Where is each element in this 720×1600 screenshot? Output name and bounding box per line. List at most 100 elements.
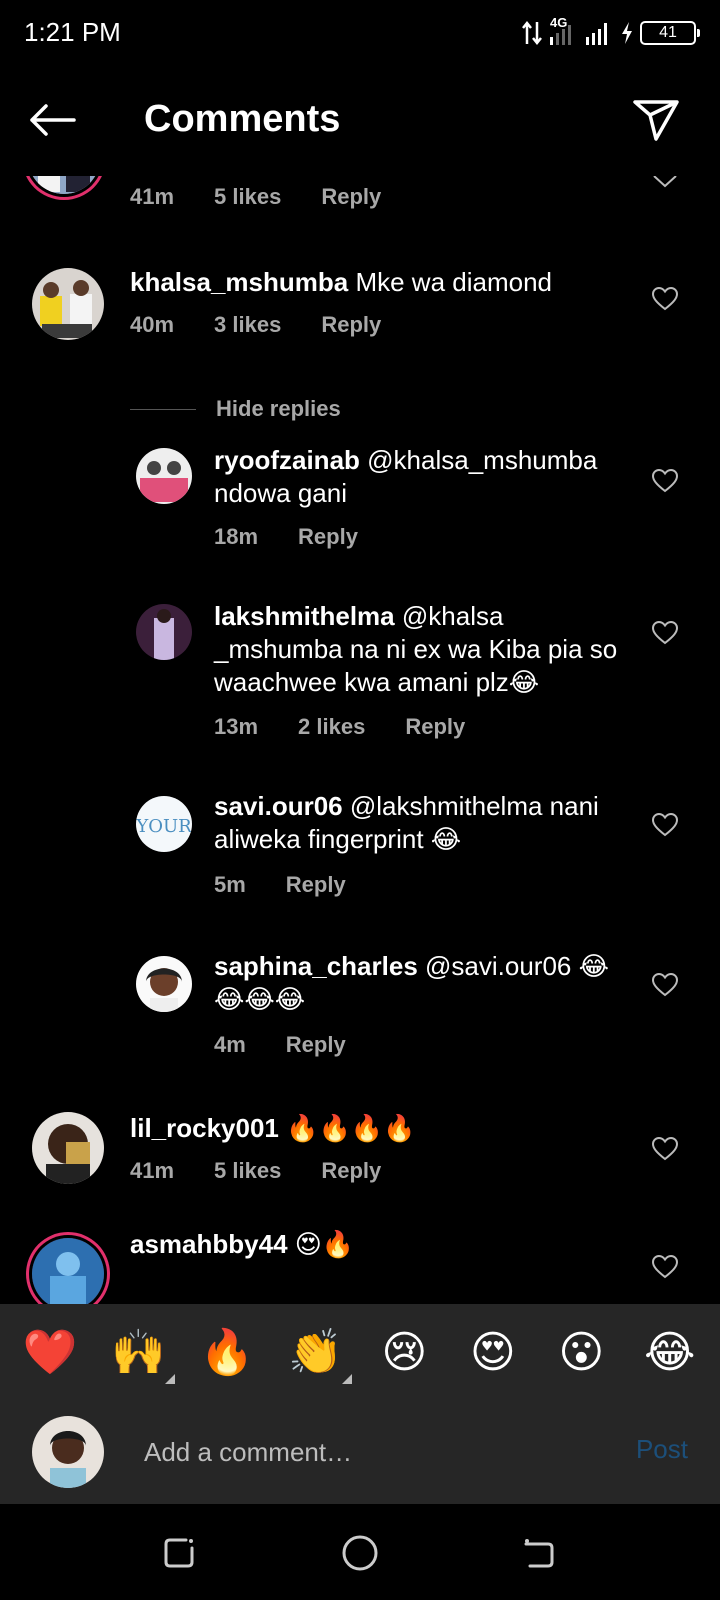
comment-username[interactable]: savi.our06 [214, 791, 343, 821]
comment-meta: 4m Reply [214, 1032, 346, 1058]
reply-item: ryoofzainab @khalsa_mshumba ndowa gani 1… [0, 444, 720, 564]
skin-tone-indicator-icon [341, 1374, 352, 1384]
comment-username[interactable]: khalsa_mshumba [130, 267, 348, 297]
emoji-heart-eyes-button[interactable]: 😍 [453, 1312, 533, 1392]
chevron-down-icon [653, 176, 677, 188]
comment-item: asmahbby44 😍🔥 [0, 1229, 720, 1304]
comment-like-button[interactable] [650, 810, 680, 840]
comment-text: 😍🔥 [294, 1229, 355, 1259]
heart-icon [652, 621, 678, 645]
hide-replies-toggle[interactable]: Hide replies [130, 392, 341, 426]
comment-username[interactable]: asmahbby44 [130, 1229, 288, 1259]
reply-item: saphina_charles @savi.our06 😂😂😂😂 4m Repl… [0, 951, 720, 1076]
avatar[interactable] [28, 176, 100, 194]
comment-composer: Post [0, 1400, 720, 1504]
recent-apps-button[interactable] [156, 1530, 202, 1576]
reply-button[interactable]: Reply [321, 184, 381, 210]
avatar[interactable]: YOUR [136, 796, 192, 852]
reply-button[interactable]: Reply [405, 714, 465, 740]
skin-tone-indicator-icon [164, 1374, 175, 1384]
avatar[interactable] [136, 448, 192, 504]
reply-button[interactable]: Reply [286, 872, 346, 898]
emoji-laughing-button[interactable]: 😂 [630, 1312, 710, 1392]
comment-likes[interactable]: 5 likes [214, 1158, 281, 1184]
comment-like-button[interactable] [650, 176, 680, 196]
comment-username[interactable]: lil_rocky001 [130, 1113, 279, 1143]
comment-time: 40m [130, 312, 175, 337]
comment-meta: 41m 5 likes Reply [130, 1158, 381, 1184]
avatar[interactable] [32, 268, 104, 340]
status-bar: 1:21 PM 4G 41 [0, 0, 720, 66]
recents-icon [164, 1538, 194, 1568]
back-button[interactable] [22, 94, 82, 146]
home-button[interactable] [337, 1530, 383, 1576]
avatar[interactable] [32, 1112, 104, 1184]
comment-body: ryoofzainab @khalsa_mshumba ndowa gani [214, 444, 624, 510]
header: Comments [0, 66, 720, 176]
back-nav-button[interactable] [516, 1530, 562, 1576]
comment-likes[interactable]: 2 likes [298, 714, 365, 740]
heart-icon [652, 1255, 678, 1279]
comment-item: khalsa_mshumba Mke wa diamond 40m 3 like… [0, 256, 720, 356]
comment-meta: 13m 2 likes Reply [214, 714, 465, 740]
comment-body: khalsa_mshumba Mke wa diamond [130, 266, 630, 299]
avatar-image [136, 604, 192, 660]
comment-body: savi.our06 @lakshmithelma nani aliweka f… [214, 790, 624, 856]
comment-body: lakshmithelma @khalsa _mshumba na ni ex … [214, 600, 624, 699]
comment-like-button[interactable] [650, 1252, 680, 1282]
comment-meta: 18m Reply [214, 524, 358, 550]
divider [130, 408, 196, 410]
reply-button[interactable]: Reply [286, 1032, 346, 1058]
reply-item: lakshmithelma @khalsa _mshumba na ni ex … [0, 601, 720, 754]
comment-likes[interactable]: 3 likes [214, 312, 281, 338]
comment-time: 18m [214, 524, 259, 549]
emoji-heart-button[interactable]: ❤️ [10, 1312, 90, 1392]
heart-icon [652, 973, 678, 997]
avatar[interactable] [136, 956, 192, 1012]
comment-likes[interactable]: 5 likes [214, 184, 281, 210]
heart-icon [652, 813, 678, 837]
reply-button[interactable]: Reply [321, 312, 381, 338]
comments-list[interactable]: 41m 5 likes Reply khalsa_mshumba Mke wa … [0, 176, 720, 1304]
comment-username[interactable]: ryoofzainab [214, 445, 360, 475]
avatar-image [136, 448, 192, 504]
post-button[interactable]: Post [636, 1434, 688, 1465]
emoji-surprised-button[interactable]: 😮 [541, 1312, 621, 1392]
comment-like-button[interactable] [650, 618, 680, 648]
hide-replies-label: Hide replies [216, 396, 341, 421]
reply-button[interactable]: Reply [321, 1158, 381, 1184]
comment-like-button[interactable] [650, 284, 680, 314]
emoji-raised-hands-button[interactable]: 🙌 [99, 1312, 179, 1392]
heart-icon [652, 287, 678, 311]
comment-like-button[interactable] [650, 466, 680, 496]
share-button[interactable] [628, 92, 684, 148]
network-type-indicator: 4G [548, 15, 578, 47]
home-circle-icon [342, 1535, 378, 1571]
comment-time: 13m [214, 714, 259, 739]
signal-2-icon [586, 23, 607, 45]
comment-like-button[interactable] [650, 970, 680, 1000]
comment-meta: 41m 5 likes Reply [130, 184, 381, 210]
comment-username[interactable]: saphina_charles [214, 951, 418, 981]
comment-time: 41m [130, 1158, 175, 1183]
comment-like-button[interactable] [650, 1134, 680, 1164]
avatar-image [32, 1238, 104, 1304]
paper-plane-icon [633, 100, 679, 141]
emoji-fire-button[interactable]: 🔥 [187, 1312, 267, 1392]
avatar-image [32, 268, 104, 340]
comment-username[interactable]: lakshmithelma [214, 601, 395, 631]
reply-button[interactable]: Reply [298, 524, 358, 550]
comment-meta: 5m Reply [214, 872, 346, 898]
comment-item: lil_rocky001 🔥🔥🔥🔥 41m 5 likes Reply [0, 1106, 720, 1206]
comment-item: 41m 5 likes Reply [0, 176, 720, 226]
page-title: Comments [144, 98, 341, 140]
avatar[interactable] [32, 1238, 104, 1304]
emoji-crying-button[interactable]: 😢 [364, 1312, 444, 1392]
status-time: 1:21 PM [24, 17, 121, 47]
avatar-image [32, 1416, 104, 1488]
comment-input[interactable] [144, 1430, 584, 1474]
emoji-clap-button[interactable]: 👏 [276, 1312, 356, 1392]
avatar-image [136, 956, 192, 1012]
heart-icon [652, 469, 678, 493]
avatar[interactable] [136, 604, 192, 660]
